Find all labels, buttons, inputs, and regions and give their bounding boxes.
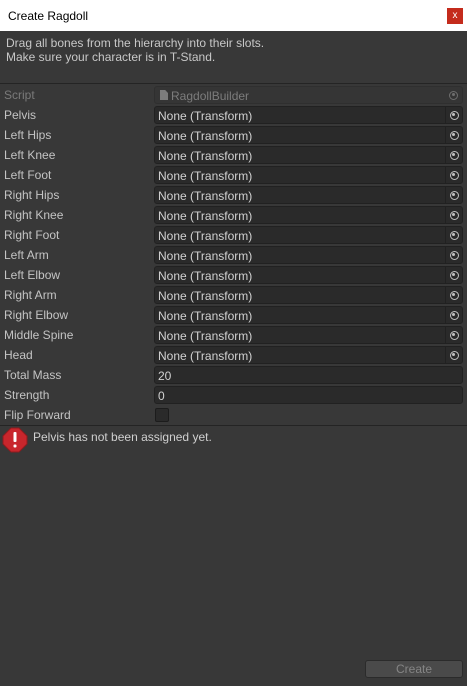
bone-value: None (Transform): [158, 349, 253, 363]
right-arm-field[interactable]: None (Transform): [154, 286, 463, 304]
bone-row-head: Head None (Transform): [0, 345, 467, 365]
bone-value: None (Transform): [158, 109, 253, 123]
total-mass-row: Total Mass 20: [0, 365, 467, 385]
object-picker-icon[interactable]: [445, 307, 462, 323]
script-row: Script RagdollBuilder: [0, 85, 467, 105]
object-picker-icon[interactable]: [445, 107, 462, 123]
object-picker-icon[interactable]: [445, 227, 462, 243]
bone-row-left-hips: Left Hips None (Transform): [0, 125, 467, 145]
left-elbow-field[interactable]: None (Transform): [154, 266, 463, 284]
object-picker-icon[interactable]: [445, 187, 462, 203]
bone-label: Left Hips: [4, 128, 52, 142]
total-mass-value: 20: [158, 369, 172, 383]
bone-value: None (Transform): [158, 189, 253, 203]
bone-value: None (Transform): [158, 329, 253, 343]
strength-input[interactable]: 0: [154, 386, 463, 404]
bone-label: Left Arm: [4, 248, 49, 262]
bone-row-left-knee: Left Knee None (Transform): [0, 145, 467, 165]
create-button[interactable]: Create: [365, 660, 463, 678]
flip-forward-checkbox[interactable]: [155, 408, 169, 422]
window-title: Create Ragdoll: [8, 9, 89, 23]
bone-label: Right Hips: [4, 188, 60, 202]
bone-label: Pelvis: [4, 108, 37, 122]
middle-spine-field[interactable]: None (Transform): [154, 326, 463, 344]
error-message: Pelvis has not been assigned yet.: [33, 430, 212, 444]
help-text-line-1: Drag all bones from the hierarchy into t…: [6, 36, 265, 50]
bone-row-right-arm: Right Arm None (Transform): [0, 285, 467, 305]
strength-value: 0: [158, 389, 165, 403]
bone-label: Head: [4, 348, 33, 362]
strength-row: Strength 0: [0, 385, 467, 405]
object-picker-icon[interactable]: [445, 247, 462, 263]
total-mass-label: Total Mass: [4, 368, 62, 382]
flip-forward-label: Flip Forward: [4, 408, 71, 422]
bone-label: Left Foot: [4, 168, 52, 182]
close-button[interactable]: x: [447, 8, 463, 24]
object-picker-icon[interactable]: [445, 327, 462, 343]
bone-row-right-hips: Right Hips None (Transform): [0, 185, 467, 205]
bone-value: None (Transform): [158, 129, 253, 143]
head-field[interactable]: None (Transform): [154, 346, 463, 364]
left-knee-field[interactable]: None (Transform): [154, 146, 463, 164]
help-text-line-2: Make sure your character is in T-Stand.: [6, 50, 216, 64]
object-picker-icon[interactable]: [445, 167, 462, 183]
bone-value: None (Transform): [158, 249, 253, 263]
bone-row-left-arm: Left Arm None (Transform): [0, 245, 467, 265]
bone-row-left-elbow: Left Elbow None (Transform): [0, 265, 467, 285]
bone-label: Right Elbow: [4, 308, 69, 322]
object-picker-icon[interactable]: [445, 347, 462, 363]
help-box: Drag all bones from the hierarchy into t…: [0, 31, 467, 83]
total-mass-input[interactable]: 20: [154, 366, 463, 384]
bone-row-right-knee: Right Knee None (Transform): [0, 205, 467, 225]
bone-row-pelvis: Pelvis None (Transform): [0, 105, 467, 125]
left-foot-field[interactable]: None (Transform): [154, 166, 463, 184]
bone-value: None (Transform): [158, 269, 253, 283]
bone-label: Right Arm: [4, 288, 57, 302]
pelvis-field[interactable]: None (Transform): [154, 106, 463, 124]
object-picker-icon[interactable]: [445, 207, 462, 223]
bone-row-right-elbow: Right Elbow None (Transform): [0, 305, 467, 325]
script-label: Script: [4, 88, 35, 102]
bone-value: None (Transform): [158, 289, 253, 303]
right-knee-field[interactable]: None (Transform): [154, 206, 463, 224]
bone-label: Right Knee: [4, 208, 64, 222]
right-hips-field[interactable]: None (Transform): [154, 186, 463, 204]
strength-label: Strength: [4, 388, 50, 402]
flip-forward-row: Flip Forward: [0, 405, 467, 425]
error-message-box: Pelvis has not been assigned yet.: [0, 426, 467, 456]
bone-label: Middle Spine: [4, 328, 74, 342]
right-elbow-field[interactable]: None (Transform): [154, 306, 463, 324]
bone-row-middle-spine: Middle Spine None (Transform): [0, 325, 467, 345]
object-picker-icon[interactable]: [445, 287, 462, 303]
left-hips-field[interactable]: None (Transform): [154, 126, 463, 144]
object-picker-icon: [445, 87, 462, 103]
divider: [0, 83, 467, 84]
script-field: RagdollBuilder: [154, 86, 463, 104]
bone-label: Left Elbow: [4, 268, 61, 282]
bone-row-right-foot: Right Foot None (Transform): [0, 225, 467, 245]
title-bar: Create Ragdoll x: [0, 0, 467, 31]
left-arm-field[interactable]: None (Transform): [154, 246, 463, 264]
bone-value: None (Transform): [158, 169, 253, 183]
script-value: RagdollBuilder: [171, 89, 250, 103]
bone-label: Left Knee: [4, 148, 56, 162]
bone-value: None (Transform): [158, 149, 253, 163]
object-picker-icon[interactable]: [445, 147, 462, 163]
bone-value: None (Transform): [158, 309, 253, 323]
object-picker-icon[interactable]: [445, 267, 462, 283]
bone-value: None (Transform): [158, 229, 253, 243]
right-foot-field[interactable]: None (Transform): [154, 226, 463, 244]
error-icon: [2, 427, 28, 453]
bone-label: Right Foot: [4, 228, 60, 242]
file-icon: [160, 90, 168, 100]
bone-value: None (Transform): [158, 209, 253, 223]
object-picker-icon[interactable]: [445, 127, 462, 143]
bone-row-left-foot: Left Foot None (Transform): [0, 165, 467, 185]
